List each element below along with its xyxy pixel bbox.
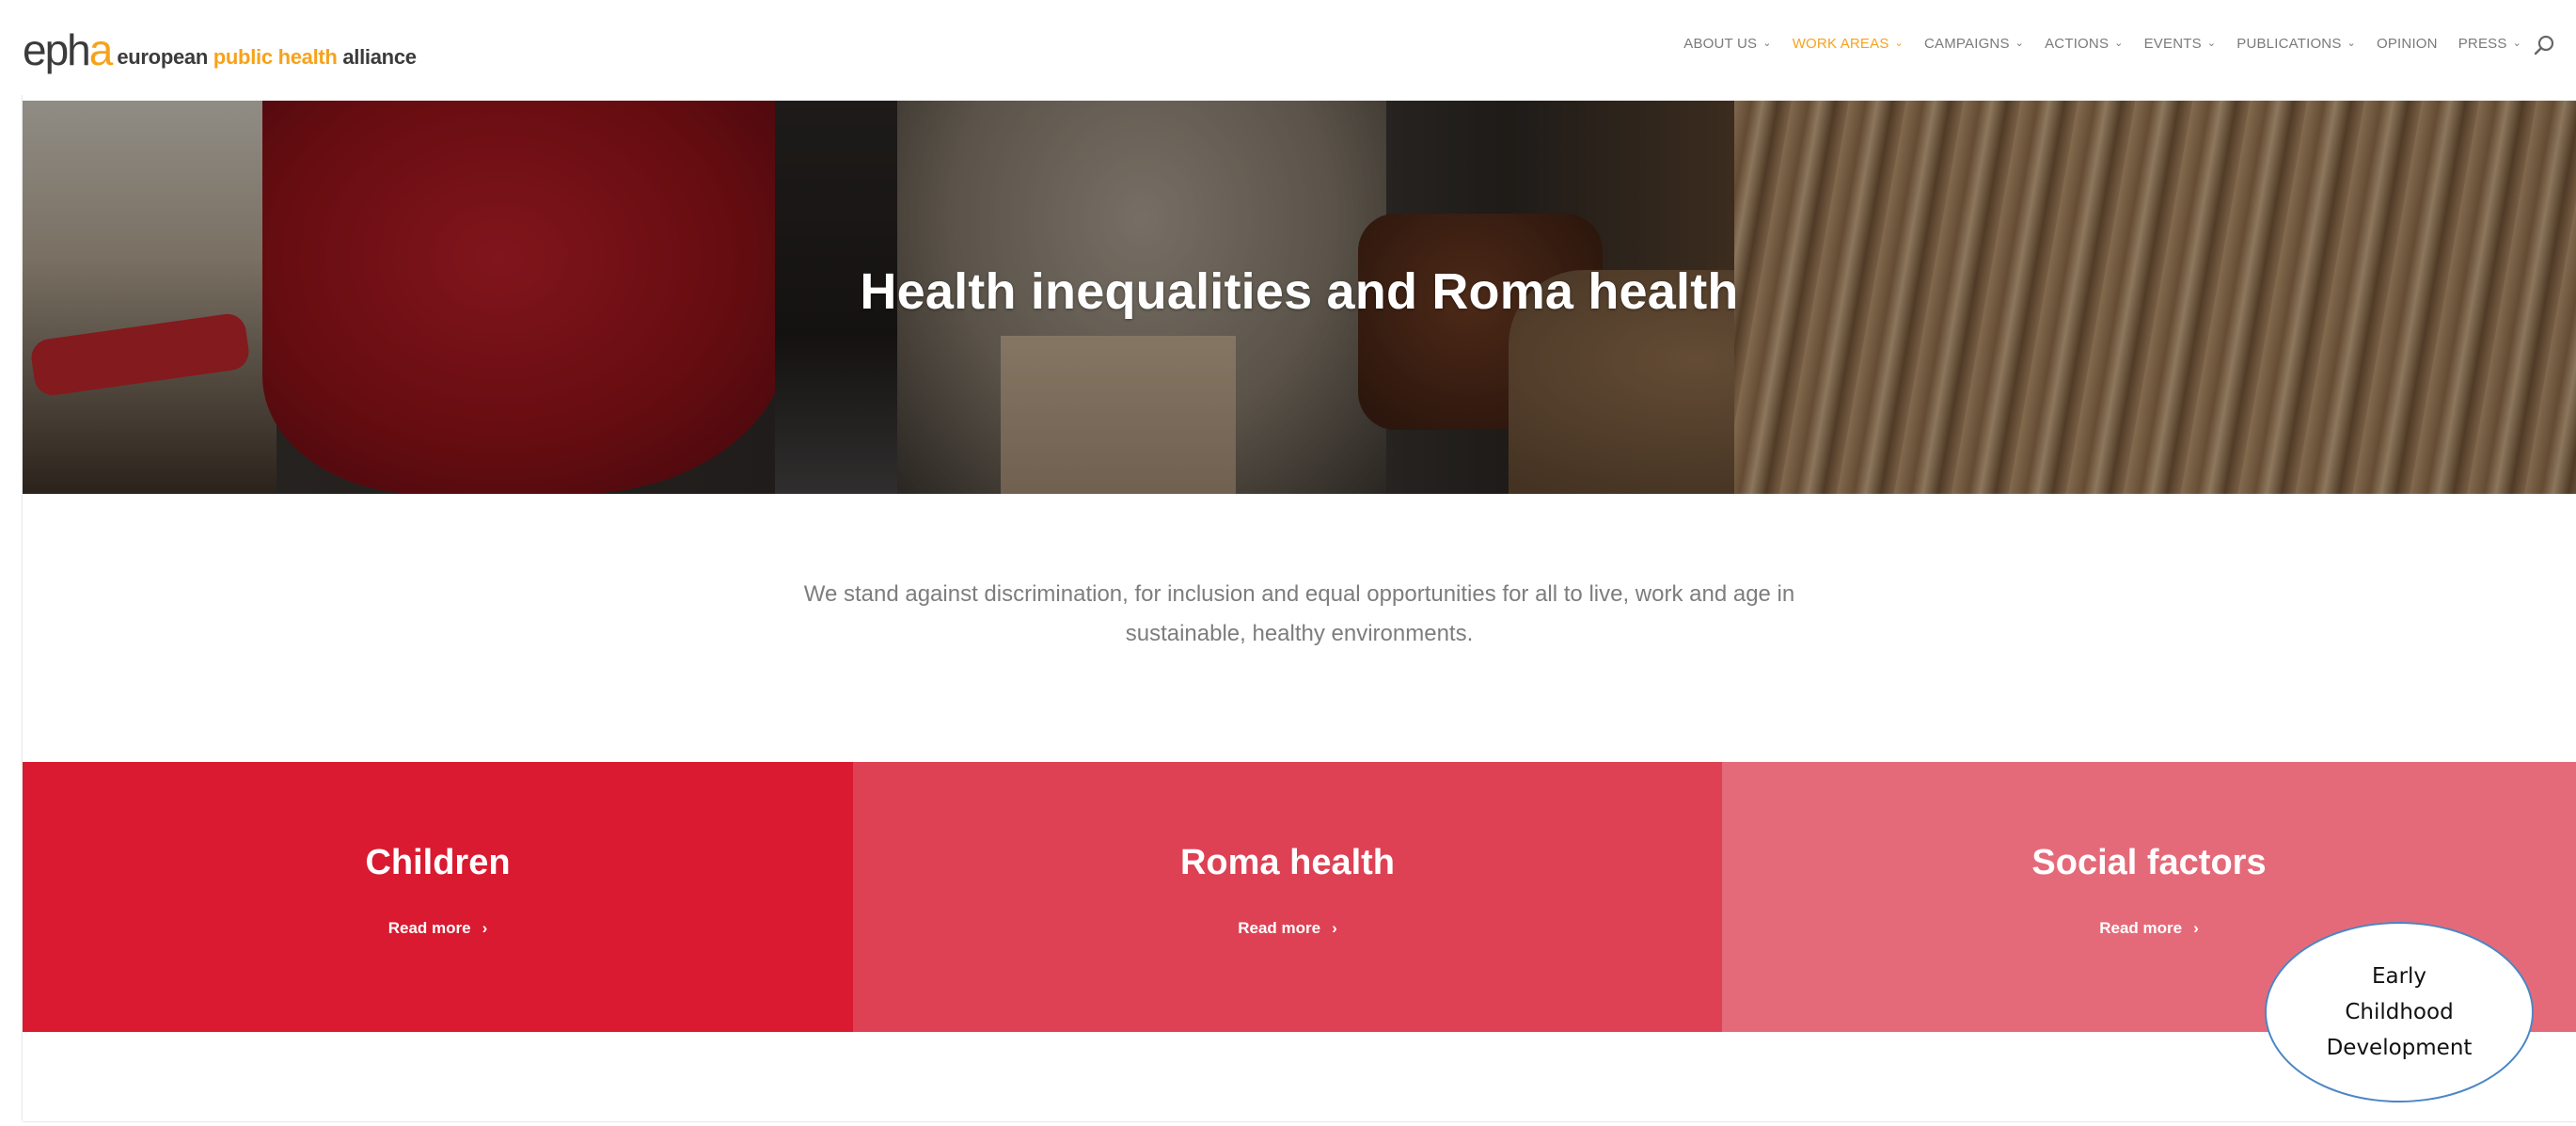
nav-item-events[interactable]: EVENTS ⌄ bbox=[2144, 36, 2217, 52]
page-title: Health inequalities and Roma health bbox=[860, 263, 1739, 320]
read-more-link[interactable]: Read more › bbox=[1238, 919, 1337, 938]
tile-children[interactable]: Children Read more › bbox=[23, 762, 853, 1032]
nav-item-work-areas[interactable]: WORK AREAS ⌄ bbox=[1793, 36, 1904, 52]
intro-line: We stand against discrimination, for inc… bbox=[803, 581, 1795, 607]
tile-title: Social factors bbox=[2031, 843, 2267, 882]
chevron-down-icon: ⌄ bbox=[2206, 38, 2217, 49]
logo-mark-accent: a bbox=[88, 25, 114, 74]
nav-label: ABOUT US bbox=[1683, 36, 1758, 52]
chevron-right-icon: › bbox=[482, 919, 488, 937]
nav-item-actions[interactable]: ACTIONS ⌄ bbox=[2045, 36, 2124, 52]
logo-mark-main: eph bbox=[23, 25, 91, 74]
nav-label: OPINION bbox=[2376, 36, 2438, 52]
callout-line: Early bbox=[2371, 964, 2427, 989]
nav-label: CAMPAIGNS bbox=[1923, 36, 2010, 52]
read-more-label: Read more bbox=[2099, 919, 2183, 937]
callout-line: Development bbox=[2326, 1036, 2473, 1060]
nav-label: PUBLICATIONS bbox=[2236, 36, 2342, 52]
nav-item-campaigns[interactable]: CAMPAIGNS ⌄ bbox=[1924, 36, 2024, 52]
hero-banner: Health inequalities and Roma health bbox=[23, 101, 2576, 494]
nav-item-about-us[interactable]: ABOUT US ⌄ bbox=[1683, 36, 1771, 52]
logo-word-european: european bbox=[117, 45, 213, 69]
read-more-label: Read more bbox=[387, 919, 471, 937]
search-icon[interactable] bbox=[2533, 34, 2555, 56]
tile-title: Roma health bbox=[1179, 843, 1396, 882]
nav-label: ACTIONS bbox=[2045, 36, 2110, 52]
logo-wordmark: european public health alliance bbox=[117, 43, 417, 71]
work-area-tiles: Children Read more › Roma health Read mor… bbox=[23, 762, 2576, 1032]
chevron-down-icon: ⌄ bbox=[2512, 38, 2521, 49]
epha-logo[interactable]: epha european public health alliance bbox=[23, 26, 417, 71]
chevron-down-icon: ⌄ bbox=[2347, 38, 2356, 49]
nav-item-opinion[interactable]: OPINION bbox=[2377, 36, 2438, 52]
callout-annotation: Early Childhood Development bbox=[2265, 922, 2534, 1102]
chevron-down-icon: ⌄ bbox=[2114, 38, 2124, 49]
tile-title: Children bbox=[365, 843, 511, 882]
read-more-link[interactable]: Read more › bbox=[388, 919, 488, 938]
logo-word-public-health: public health bbox=[213, 45, 343, 69]
intro-text: We stand against discrimination, for inc… bbox=[23, 575, 2576, 654]
main-nav: ABOUT US ⌄ WORK AREAS ⌄ CAMPAIGNS ⌄ ACTIONS… bbox=[1663, 36, 2521, 52]
read-more-link[interactable]: Read more › bbox=[2099, 919, 2199, 938]
tile-roma-health[interactable]: Roma health Read more › bbox=[853, 762, 1722, 1032]
logo-mark: epha bbox=[23, 25, 114, 74]
callout-line: Childhood bbox=[2345, 1000, 2454, 1024]
logo-word-alliance: alliance bbox=[342, 45, 417, 69]
chevron-down-icon: ⌄ bbox=[1762, 38, 1772, 49]
chevron-down-icon: ⌄ bbox=[2015, 38, 2025, 49]
chevron-right-icon: › bbox=[1332, 919, 1337, 937]
chevron-right-icon: › bbox=[2193, 919, 2199, 937]
nav-label: PRESS bbox=[2457, 36, 2507, 52]
nav-item-press[interactable]: PRESS ⌄ bbox=[2458, 36, 2521, 52]
nav-label: WORK AREAS bbox=[1792, 36, 1889, 52]
nav-label: EVENTS bbox=[2143, 36, 2202, 52]
site-header: epha european public health alliance ABO… bbox=[0, 0, 2576, 95]
read-more-label: Read more bbox=[1238, 919, 1321, 937]
chevron-down-icon: ⌄ bbox=[1894, 38, 1904, 49]
nav-item-publications[interactable]: PUBLICATIONS ⌄ bbox=[2236, 36, 2356, 52]
intro-line: sustainable, healthy environments. bbox=[1125, 621, 1474, 646]
